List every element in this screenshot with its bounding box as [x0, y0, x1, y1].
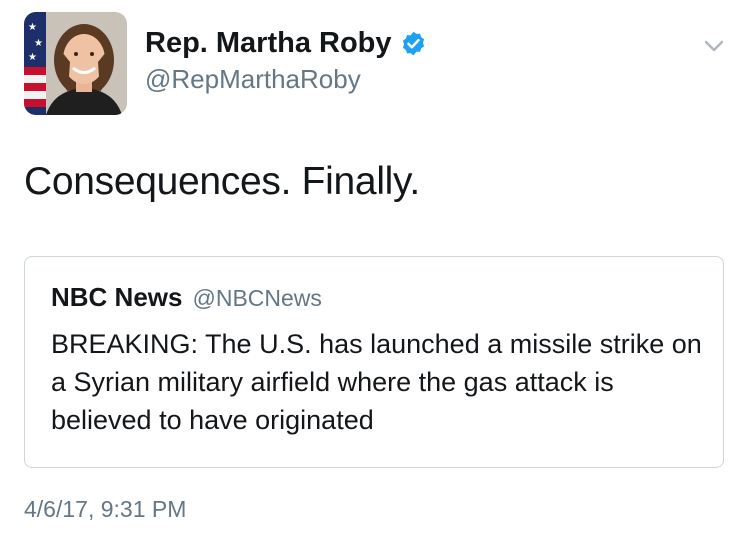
tweet-text: Consequences. Finally.	[24, 160, 420, 203]
author-display-name[interactable]: Rep. Martha Roby	[145, 27, 392, 60]
quoted-tweet-card[interactable]: NBC News @NBCNews BREAKING: The U.S. has …	[24, 256, 724, 468]
avatar[interactable]: ★ ★ ★	[24, 12, 127, 115]
quoted-tweet-display-name: NBC News	[51, 282, 183, 312]
quoted-tweet-header: NBC News @NBCNews	[51, 282, 322, 313]
verified-badge-icon	[400, 30, 427, 57]
quoted-tweet-text: BREAKING: The U.S. has launched a missil…	[51, 329, 702, 435]
author-name-row[interactable]: Rep. Martha Roby	[145, 27, 427, 60]
svg-text:★: ★	[34, 38, 43, 49]
author-handle[interactable]: @RepMarthaRoby	[145, 64, 361, 95]
quoted-tweet-handle: @NBCNews	[192, 285, 322, 311]
svg-text:★: ★	[28, 52, 37, 63]
avatar-photo: ★ ★ ★	[24, 12, 127, 115]
tweet-timestamp[interactable]: 4/6/17, 9:31 PM	[24, 496, 186, 523]
chevron-down-icon[interactable]	[702, 34, 726, 58]
svg-text:★: ★	[28, 22, 37, 33]
